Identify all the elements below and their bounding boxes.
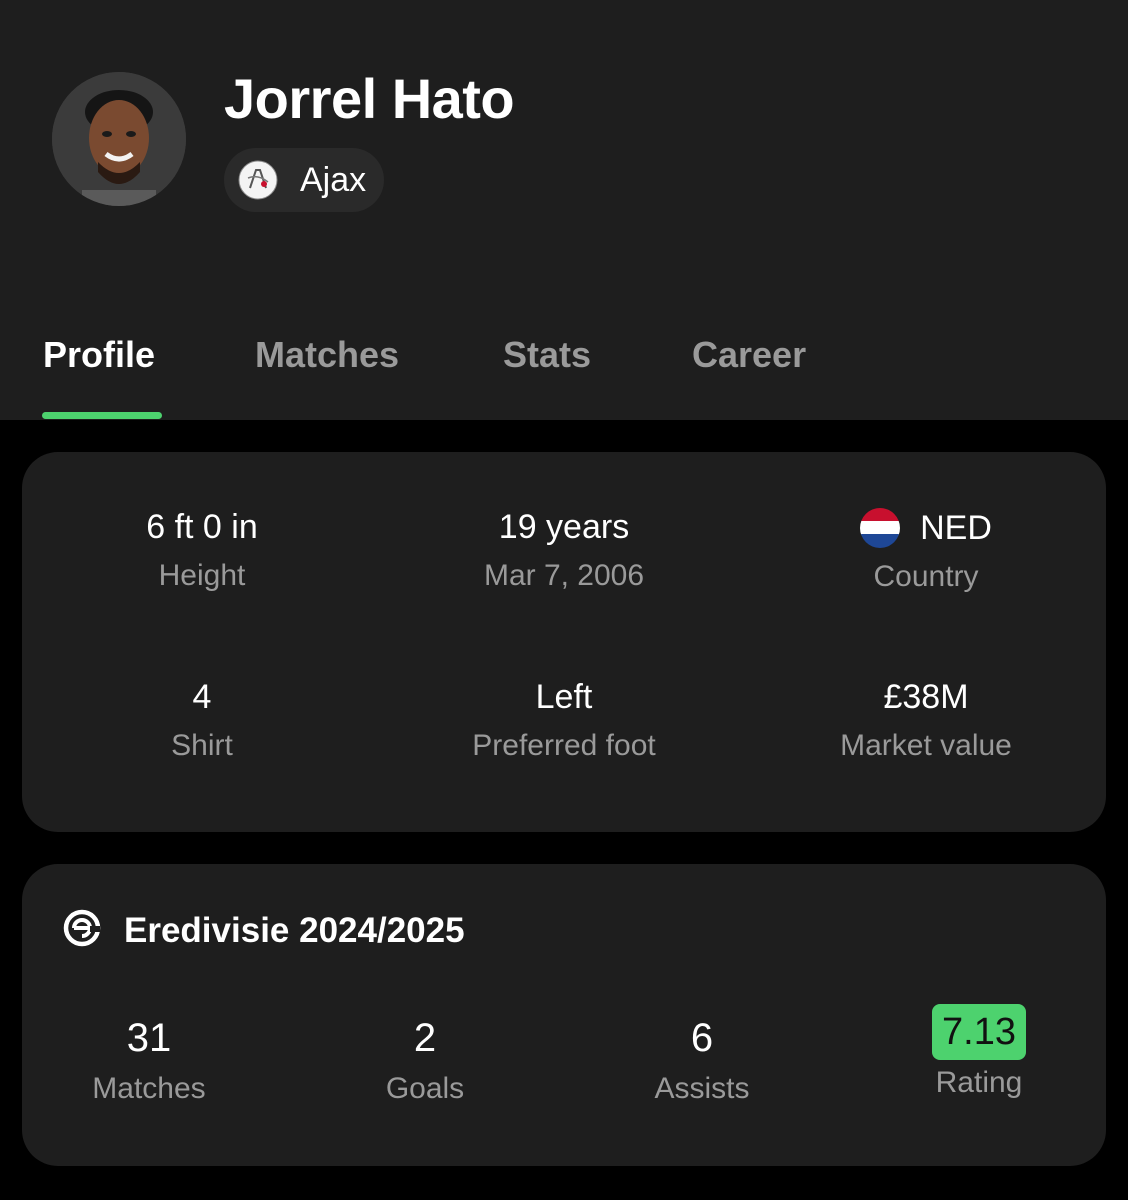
player-avatar — [52, 72, 186, 206]
height-cell: 6 ft 0 in Height — [22, 508, 382, 593]
active-tab-indicator — [42, 412, 162, 419]
height-value: 6 ft 0 in — [146, 508, 258, 546]
market-value-cell: £38M Market value — [746, 678, 1106, 763]
goals-value: 2 — [413, 1015, 437, 1060]
foot-value: Left — [535, 678, 593, 716]
shirt-value: 4 — [192, 678, 212, 716]
rating-stat: 7.13 Rating — [854, 1004, 1104, 1100]
shirt-label: Shirt — [171, 729, 233, 762]
tab-matches[interactable]: Matches — [255, 334, 399, 376]
country-value: NED — [920, 508, 992, 547]
netherlands-flag-icon — [860, 508, 901, 548]
birth-date: Mar 7, 2006 — [483, 559, 645, 592]
rating-badge: 7.13 — [932, 1004, 1026, 1060]
assists-label: Assists — [654, 1072, 750, 1105]
club-chip[interactable]: Ajax — [224, 148, 385, 212]
tab-career[interactable]: Career — [692, 334, 806, 376]
country-cell: NED Country — [746, 508, 1106, 594]
matches-value: 31 — [126, 1015, 172, 1060]
player-info-card: 6 ft 0 in Height 19 years Mar 7, 2006 NE… — [22, 452, 1106, 832]
tab-profile[interactable]: Profile — [43, 334, 155, 376]
foot-label: Preferred foot — [472, 729, 656, 762]
matches-stat: 31 Matches — [24, 1014, 274, 1106]
market-value: £38M — [883, 678, 969, 716]
goals-label: Goals — [385, 1072, 465, 1105]
rating-label: Rating — [935, 1066, 1023, 1099]
club-name: Ajax — [300, 160, 367, 199]
season-stats-card[interactable]: Eredivisie 2024/2025 31 Matches 2 Goals … — [22, 864, 1106, 1166]
age-cell: 19 years Mar 7, 2006 — [384, 508, 744, 593]
height-label: Height — [158, 559, 246, 592]
season-title: Eredivisie 2024/2025 — [124, 910, 465, 950]
age-value: 19 years — [498, 508, 630, 546]
market-value-label: Market value — [840, 729, 1012, 762]
matches-label: Matches — [92, 1072, 206, 1105]
player-header: Jorrel Hato Ajax Profile Matches Stats C… — [0, 0, 1128, 420]
tab-stats[interactable]: Stats — [503, 334, 591, 376]
country-label: Country — [873, 560, 979, 593]
ajax-logo-icon — [238, 160, 278, 200]
assists-stat: 6 Assists — [577, 1014, 827, 1106]
eredivisie-logo-icon — [62, 908, 102, 953]
goals-stat: 2 Goals — [300, 1014, 550, 1106]
player-name: Jorrel Hato — [224, 67, 515, 130]
foot-cell: Left Preferred foot — [384, 678, 744, 763]
season-header: Eredivisie 2024/2025 — [62, 908, 465, 953]
tab-bar: Profile Matches Stats Career — [0, 316, 1128, 420]
assists-value: 6 — [690, 1015, 714, 1060]
shirt-cell: 4 Shirt — [22, 678, 382, 763]
